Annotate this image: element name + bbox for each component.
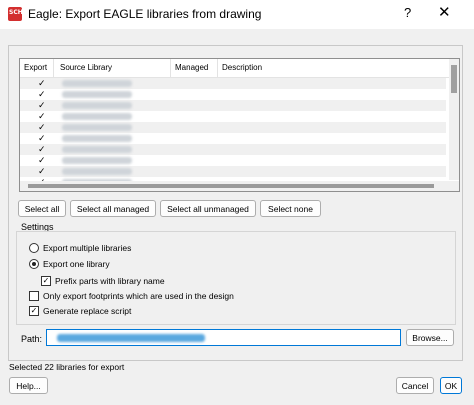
library-name-redacted [62,135,132,142]
check-icon: ✓ [42,276,50,285]
scroll-thumb[interactable] [28,184,434,188]
export-one-label[interactable]: Export one library [43,259,110,269]
browse-button[interactable]: Browse... [406,329,454,346]
path-value-redacted [57,334,205,342]
app-icon: SCH [8,7,23,21]
table-row[interactable]: ✓ [20,100,446,111]
library-name-redacted [62,157,132,164]
help-button[interactable]: Help... [9,377,48,394]
prefix-parts-checkbox[interactable]: ✓ [41,276,51,286]
col-description[interactable]: Description [222,63,262,72]
export-multiple-label[interactable]: Export multiple libraries [43,243,131,253]
table-row[interactable]: ✓ [20,89,446,100]
check-icon: ✓ [30,306,38,315]
table-row[interactable]: ✓ [20,155,446,166]
window-title: Eagle: Export EAGLE libraries from drawi… [28,7,262,21]
path-label: Path: [21,334,43,344]
col-export[interactable]: Export [24,63,47,72]
table-row[interactable]: ✓ [20,111,446,122]
library-name-redacted [62,80,132,87]
gen-replace-label[interactable]: Generate replace script [43,306,131,316]
prefix-parts-label[interactable]: Prefix parts with library name [55,276,165,286]
cancel-button[interactable]: Cancel [396,377,434,394]
table-row[interactable]: ✓ [20,166,446,177]
check-icon[interactable]: ✓ [38,166,46,177]
gen-replace-checkbox[interactable]: ✓ [29,306,39,316]
select-all-managed-button[interactable]: Select all managed [70,200,156,217]
library-name-redacted [62,124,132,131]
check-icon[interactable]: ✓ [38,122,46,133]
check-icon[interactable]: ✓ [38,133,46,144]
select-all-button[interactable]: Select all [18,200,66,217]
help-question-icon[interactable]: ? [404,5,411,20]
path-input[interactable] [46,329,401,346]
scroll-thumb[interactable] [451,65,457,93]
check-icon[interactable]: ✓ [38,100,46,111]
ok-button[interactable]: OK [440,377,462,394]
col-managed[interactable]: Managed [175,63,208,72]
library-name-redacted [62,113,132,120]
table-row[interactable]: ✓ [20,78,446,89]
column-separator [217,59,218,77]
library-name-redacted [62,91,132,98]
column-separator [53,59,54,77]
table-row[interactable]: ✓ [20,144,446,155]
export-one-radio[interactable] [29,259,39,269]
check-icon[interactable]: ✓ [38,155,46,166]
close-icon[interactable]: ✕ [438,3,451,21]
check-icon[interactable]: ✓ [38,111,46,122]
table-header: Export Source Library Managed Descriptio… [20,59,449,78]
select-all-unmanaged-button[interactable]: Select all unmanaged [160,200,256,217]
export-multiple-radio[interactable] [29,243,39,253]
only-used-checkbox[interactable] [29,291,39,301]
column-separator [170,59,171,77]
status-text: Selected 22 libraries for export [9,362,125,372]
title-bar: SCH Eagle: Export EAGLE libraries from d… [0,0,474,29]
check-icon[interactable]: ✓ [38,144,46,155]
select-none-button[interactable]: Select none [260,200,321,217]
vertical-scrollbar[interactable] [449,59,459,180]
library-table[interactable]: Export Source Library Managed Descriptio… [19,58,460,192]
table-row[interactable]: ✓ [20,122,446,133]
horizontal-scrollbar[interactable] [20,181,459,191]
only-used-label[interactable]: Only export footprints which are used in… [43,291,234,301]
library-name-redacted [62,102,132,109]
check-icon[interactable]: ✓ [38,78,46,89]
library-name-redacted [62,168,132,175]
check-icon[interactable]: ✓ [38,89,46,100]
library-name-redacted [62,146,132,153]
table-row[interactable]: ✓ [20,133,446,144]
col-source-library[interactable]: Source Library [60,63,112,72]
